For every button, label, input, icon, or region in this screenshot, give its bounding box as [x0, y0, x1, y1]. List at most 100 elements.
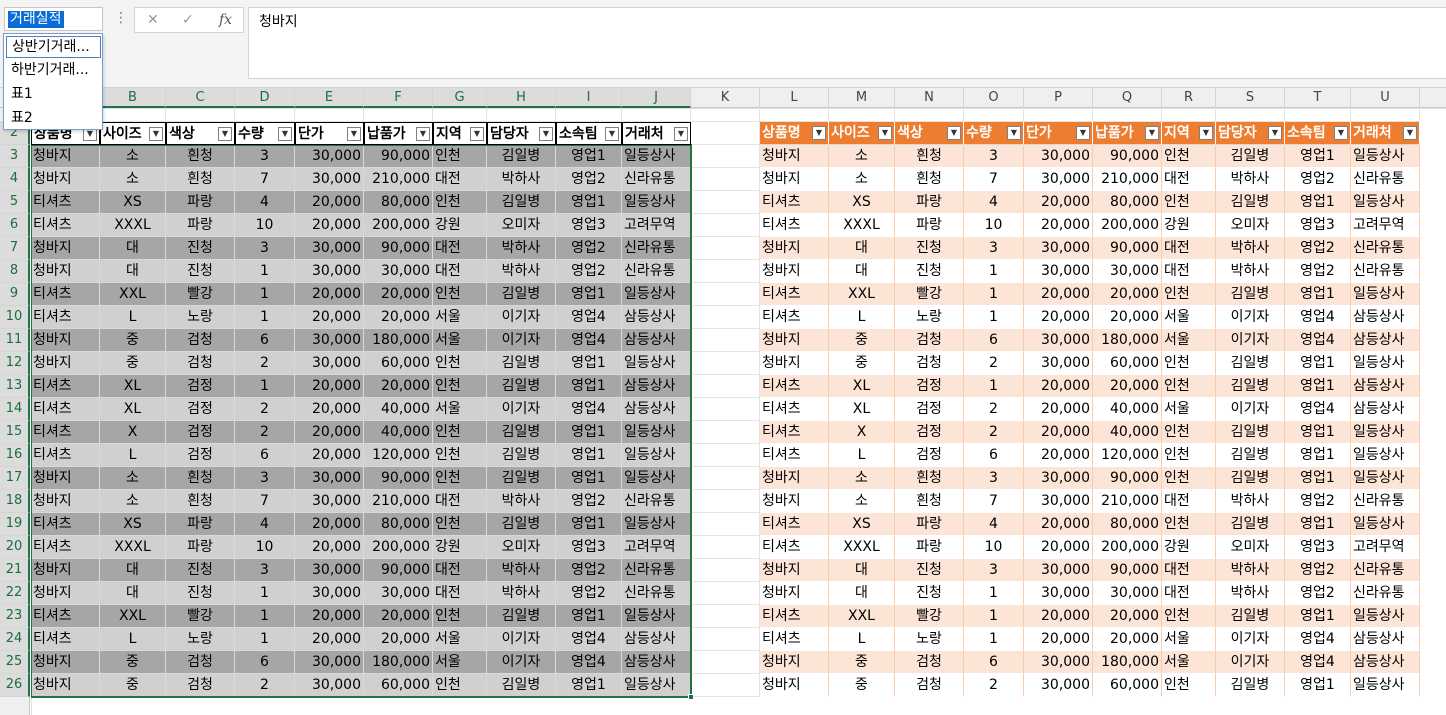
table1-cell[interactable]: 삼등상사	[622, 651, 691, 674]
table2-cell[interactable]: 파랑	[895, 191, 964, 214]
table2-cell[interactable]: 영업4	[1285, 398, 1351, 421]
table2-cell[interactable]: 일등상사	[1351, 283, 1420, 306]
table1-cell[interactable]: 영업1	[556, 352, 622, 375]
table1-cell[interactable]: 180,000	[364, 329, 433, 352]
empty-cell[interactable]	[1216, 108, 1285, 122]
table2-cell[interactable]: 인천	[1162, 352, 1216, 375]
table1-cell[interactable]: 청바지	[31, 490, 100, 513]
table2-cell[interactable]: 210,000	[1093, 168, 1162, 191]
column-header-d[interactable]: D	[235, 88, 295, 108]
table2-cell[interactable]: 2	[964, 352, 1024, 375]
table2-cell[interactable]: 영업1	[1285, 605, 1351, 628]
table2-cell[interactable]: 검정	[895, 444, 964, 467]
table2-cell[interactable]: 30,000	[1024, 559, 1093, 582]
table1-cell[interactable]: 박하사	[487, 582, 556, 605]
table2-cell[interactable]: 120,000	[1093, 444, 1162, 467]
table2-cell[interactable]: 90,000	[1093, 237, 1162, 260]
table2-cell[interactable]: L	[829, 628, 895, 651]
table1-cell[interactable]: 3	[235, 145, 295, 168]
row-header-11[interactable]: 11	[0, 329, 30, 352]
table1-cell[interactable]: 20,000	[364, 605, 433, 628]
table2-cell[interactable]: 청바지	[760, 582, 829, 605]
table2-cell[interactable]: 일등상사	[1351, 421, 1420, 444]
table1-cell[interactable]: 소	[100, 467, 166, 490]
empty-cell[interactable]	[691, 237, 760, 260]
table1-cell[interactable]: 영업4	[556, 651, 622, 674]
table2-cell[interactable]: 20,000	[1093, 628, 1162, 651]
table1-cell[interactable]: 청바지	[31, 329, 100, 352]
table1-cell[interactable]: 청바지	[31, 237, 100, 260]
filter-dropdown-icon[interactable]: ▼	[812, 126, 826, 140]
table1-cell[interactable]: 일등상사	[622, 421, 691, 444]
table2-cell[interactable]: 김일병	[1216, 145, 1285, 168]
table1-cell[interactable]: 김일병	[487, 352, 556, 375]
table1-cell[interactable]: 인천	[433, 674, 487, 697]
table1-cell[interactable]: 김일병	[487, 605, 556, 628]
table2-cell[interactable]: XS	[829, 513, 895, 536]
table2-cell[interactable]: 신라유통	[1351, 490, 1420, 513]
table2-cell[interactable]: 검정	[895, 375, 964, 398]
row-header-23[interactable]: 23	[0, 605, 30, 628]
table1-cell[interactable]: 영업4	[556, 628, 622, 651]
table2-cell[interactable]: 인천	[1162, 674, 1216, 697]
table1-cell[interactable]: 60,000	[364, 674, 433, 697]
table2-cell[interactable]: 삼등상사	[1351, 628, 1420, 651]
table2-cell[interactable]: 10	[964, 214, 1024, 237]
table1-cell[interactable]: 이기자	[487, 306, 556, 329]
table2-cell[interactable]: 30,000	[1024, 352, 1093, 375]
table1-cell[interactable]: 200,000	[364, 214, 433, 237]
table2-cell[interactable]: 7	[964, 490, 1024, 513]
empty-cell[interactable]	[235, 108, 295, 122]
table1-cell[interactable]: 1	[235, 375, 295, 398]
table1-cell[interactable]: 인천	[433, 283, 487, 306]
table1-cell[interactable]: 20,000	[295, 375, 364, 398]
table1-cell[interactable]: 210,000	[364, 168, 433, 191]
table1-cell[interactable]: 일등상사	[622, 444, 691, 467]
table1-cell[interactable]: XL	[100, 375, 166, 398]
table2-cell[interactable]: 소	[829, 168, 895, 191]
table2-cell[interactable]: 1	[964, 605, 1024, 628]
table1-cell[interactable]: 20,000	[295, 444, 364, 467]
table2-cell[interactable]: 30,000	[1024, 260, 1093, 283]
table1-cell[interactable]: 티셔츠	[31, 214, 100, 237]
table2-cell[interactable]: 20,000	[1024, 398, 1093, 421]
empty-cell[interactable]	[691, 398, 760, 421]
table2-cell[interactable]: 삼등상사	[1351, 398, 1420, 421]
table1-cell[interactable]: 영업1	[556, 674, 622, 697]
table2-cell[interactable]: 1	[964, 582, 1024, 605]
table1-cell[interactable]: 20,000	[295, 306, 364, 329]
table2-cell[interactable]: 3	[964, 559, 1024, 582]
table1-cell[interactable]: 파랑	[166, 513, 235, 536]
table1-cell[interactable]: 대	[100, 260, 166, 283]
table1-cell[interactable]: 소	[100, 168, 166, 191]
table1-cell[interactable]: 청바지	[31, 651, 100, 674]
table2-cell[interactable]: 20,000	[1024, 513, 1093, 536]
table1-cell[interactable]: 20,000	[295, 628, 364, 651]
table2-cell[interactable]: 20,000	[1024, 421, 1093, 444]
table1-cell[interactable]: 90,000	[364, 467, 433, 490]
table1-cell[interactable]: 대전	[433, 168, 487, 191]
column-header-q[interactable]: Q	[1093, 88, 1162, 108]
table1-cell[interactable]: 영업1	[556, 513, 622, 536]
table1-cell[interactable]: 삼등상사	[622, 329, 691, 352]
row-header-22[interactable]: 22	[0, 582, 30, 605]
table2-cell[interactable]: 영업2	[1285, 559, 1351, 582]
empty-cell[interactable]	[964, 108, 1024, 122]
table1-cell[interactable]: 강원	[433, 536, 487, 559]
table1-cell[interactable]: 검정	[166, 398, 235, 421]
empty-cell[interactable]	[691, 352, 760, 375]
column-header-c[interactable]: C	[166, 88, 235, 108]
table2-cell[interactable]: 신라유통	[1351, 559, 1420, 582]
table2-cell[interactable]: 30,000	[1024, 168, 1093, 191]
fx-icon[interactable]: fx	[219, 12, 232, 28]
table1-cell[interactable]: 대	[100, 559, 166, 582]
table2-cell[interactable]: 신라유통	[1351, 582, 1420, 605]
table2-cell[interactable]: 이기자	[1216, 329, 1285, 352]
empty-cell[interactable]	[691, 490, 760, 513]
table1-cell[interactable]: 검정	[166, 421, 235, 444]
table2-cell[interactable]: 고려무역	[1351, 536, 1420, 559]
table2-cell[interactable]: 영업1	[1285, 444, 1351, 467]
table1-cell[interactable]: 김일병	[487, 467, 556, 490]
table2-cell[interactable]: 흰청	[895, 490, 964, 513]
table1-cell[interactable]: 영업3	[556, 536, 622, 559]
